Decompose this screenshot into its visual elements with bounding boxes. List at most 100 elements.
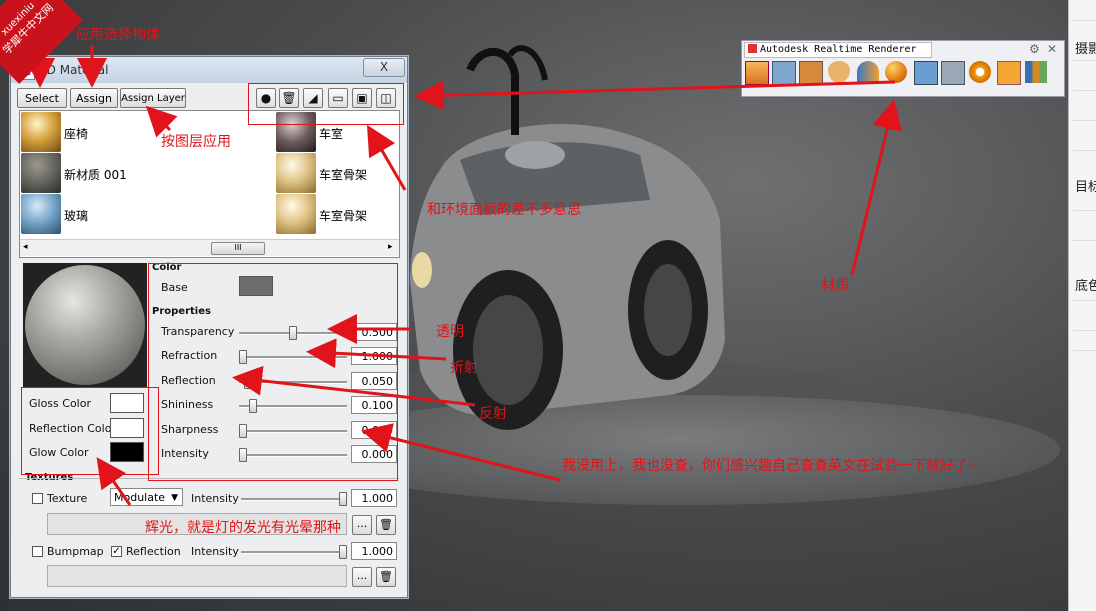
slider-knob[interactable] bbox=[239, 424, 247, 438]
annotation-env-panel: 和环境面板的差不多意思 bbox=[427, 202, 581, 218]
horizontal-scrollbar[interactable]: ◂ III ▸ bbox=[20, 239, 399, 256]
property-value-field[interactable]: 1.000 bbox=[351, 347, 397, 365]
select-button[interactable]: Select bbox=[17, 88, 67, 108]
property-label: Transparency bbox=[161, 325, 235, 338]
gold-sphere-icon bbox=[276, 194, 316, 234]
slider-knob[interactable] bbox=[339, 545, 347, 559]
material-name: 车室 bbox=[319, 127, 344, 141]
dialog-title-bar[interactable]: A 3D Material X bbox=[11, 57, 407, 83]
material-name: 新材质 001 bbox=[64, 168, 127, 182]
gold-sphere-icon bbox=[276, 153, 316, 193]
bumpmap-browse-button[interactable]: ... bbox=[352, 567, 372, 587]
material-sphere-icon[interactable] bbox=[885, 61, 907, 83]
bump-intensity-slider[interactable] bbox=[241, 545, 347, 559]
texture-intensity-label: Intensity bbox=[191, 492, 239, 505]
gold-sphere-icon bbox=[21, 112, 61, 152]
annotation-refraction: 折射 bbox=[450, 360, 478, 376]
environment-icon[interactable] bbox=[857, 61, 879, 83]
bump-intensity-label: Intensity bbox=[191, 545, 239, 558]
material-name: 座椅 bbox=[64, 127, 89, 141]
blue-mesh-sphere-icon bbox=[21, 194, 61, 234]
scroll-left-icon[interactable]: ◂ bbox=[23, 242, 28, 252]
annotation-apply-select: 应用选择物体 bbox=[76, 27, 160, 43]
annotation-transparency: 透明 bbox=[436, 324, 464, 340]
texture-intensity-field[interactable]: 1.000 bbox=[351, 489, 397, 507]
scroll-thumb[interactable]: III bbox=[211, 242, 265, 255]
toolbar-options-gear-icon[interactable]: ⚙ bbox=[1029, 42, 1040, 56]
texture-browse-button[interactable]: ... bbox=[352, 515, 372, 535]
bumpmap-checkbox[interactable] bbox=[32, 546, 43, 557]
view-eye-icon[interactable] bbox=[828, 61, 850, 83]
texture-label: Texture bbox=[47, 492, 88, 505]
property-label: Refraction bbox=[161, 349, 218, 362]
texture-mode-select[interactable]: Modulate ▼ bbox=[110, 488, 183, 506]
assign-layer-button[interactable]: Assign Layer bbox=[120, 88, 186, 108]
property-label: Sharpness bbox=[161, 423, 219, 436]
renderer-logo-icon bbox=[748, 44, 757, 53]
property-value-field[interactable]: 0.050 bbox=[351, 372, 397, 390]
material-name: 车室骨架 bbox=[319, 209, 368, 223]
side-label-target: 目标 bbox=[1075, 180, 1096, 195]
texture-checkbox[interactable] bbox=[32, 493, 43, 504]
property-label: Shininess bbox=[161, 398, 214, 411]
property-slider[interactable] bbox=[239, 448, 347, 462]
bumpmap-label: Bumpmap bbox=[47, 545, 104, 558]
toolbar-close-icon[interactable]: ✕ bbox=[1047, 42, 1057, 56]
texture-delete-icon[interactable]: 🗑 bbox=[376, 515, 396, 535]
property-value-field[interactable]: 0.000 bbox=[351, 445, 397, 463]
bump-intensity-field[interactable]: 1.000 bbox=[351, 542, 397, 560]
property-value-field[interactable]: 0.100 bbox=[351, 396, 397, 414]
reflection-checkbox[interactable]: ✓ bbox=[111, 546, 122, 557]
photo-icon[interactable] bbox=[914, 61, 938, 85]
material-name: 玻璃 bbox=[64, 209, 89, 223]
property-value-field[interactable]: 0.000 bbox=[351, 421, 397, 439]
property-slider[interactable] bbox=[239, 350, 347, 364]
car-model bbox=[410, 45, 725, 430]
reflection-map-label: Reflection bbox=[126, 545, 181, 558]
property-slider[interactable] bbox=[239, 326, 347, 340]
bumpmap-delete-icon[interactable]: 🗑 bbox=[376, 567, 396, 587]
annotation-box-colors bbox=[21, 387, 159, 475]
fit-icon[interactable] bbox=[772, 61, 796, 85]
annotation-box-toolbar bbox=[248, 83, 404, 125]
property-slider[interactable] bbox=[239, 424, 347, 438]
side-label-camera: 摄影 bbox=[1075, 42, 1096, 57]
scroll-right-icon[interactable]: ▸ bbox=[388, 242, 393, 252]
dialog-title: 3D Material bbox=[39, 63, 109, 77]
property-label: Intensity bbox=[161, 447, 209, 460]
close-button[interactable]: X bbox=[363, 58, 405, 77]
refresh-icon[interactable] bbox=[799, 61, 823, 85]
slider-knob[interactable] bbox=[289, 326, 297, 340]
slider-knob[interactable] bbox=[244, 375, 252, 389]
slider-knob[interactable] bbox=[249, 399, 257, 413]
texture-mode-value: Modulate bbox=[114, 491, 166, 504]
slider-knob[interactable] bbox=[339, 492, 347, 506]
annotation-material: 材质 bbox=[821, 278, 849, 294]
material-preview bbox=[23, 263, 147, 387]
toolbox-icon[interactable] bbox=[997, 61, 1021, 85]
realtime-renderer-toolbar: Autodesk Realtime Renderer ⚙ ✕ bbox=[741, 40, 1065, 97]
texture-intensity-slider[interactable] bbox=[241, 492, 347, 506]
render-window-icon[interactable] bbox=[745, 61, 769, 85]
assign-button[interactable]: Assign bbox=[70, 88, 118, 108]
camera-icon[interactable] bbox=[941, 61, 965, 85]
bar-tools-icon[interactable] bbox=[1025, 61, 1047, 83]
toolbar-title-bar[interactable]: Autodesk Realtime Renderer bbox=[744, 42, 932, 58]
settings-gear-icon[interactable] bbox=[969, 61, 991, 83]
property-slider[interactable] bbox=[239, 375, 347, 389]
preview-sphere bbox=[25, 265, 145, 385]
annotation-reflection: 反射 bbox=[479, 406, 507, 422]
material-name: 车室骨架 bbox=[319, 168, 368, 182]
property-slider[interactable] bbox=[239, 399, 347, 413]
slider-knob[interactable] bbox=[239, 350, 247, 364]
toolbar-title: Autodesk Realtime Renderer bbox=[760, 44, 917, 55]
annotation-not-used: 我没用上，我也没查，你们感兴趣自己查查英文在试验一下就好了~ bbox=[562, 458, 980, 474]
annotation-apply-layer: 按图层应用 bbox=[161, 134, 231, 150]
property-value-field[interactable]: 0.500 bbox=[351, 323, 397, 341]
annotation-glow: 辉光，就是灯的发光有光晕那种 bbox=[145, 520, 341, 536]
slider-knob[interactable] bbox=[239, 448, 247, 462]
bumpmap-path-field[interactable] bbox=[47, 565, 347, 587]
property-label: Reflection bbox=[161, 374, 216, 387]
gray-sphere-icon bbox=[21, 153, 61, 193]
properties-side-panel: 摄影 目标 底色 bbox=[1068, 0, 1096, 611]
